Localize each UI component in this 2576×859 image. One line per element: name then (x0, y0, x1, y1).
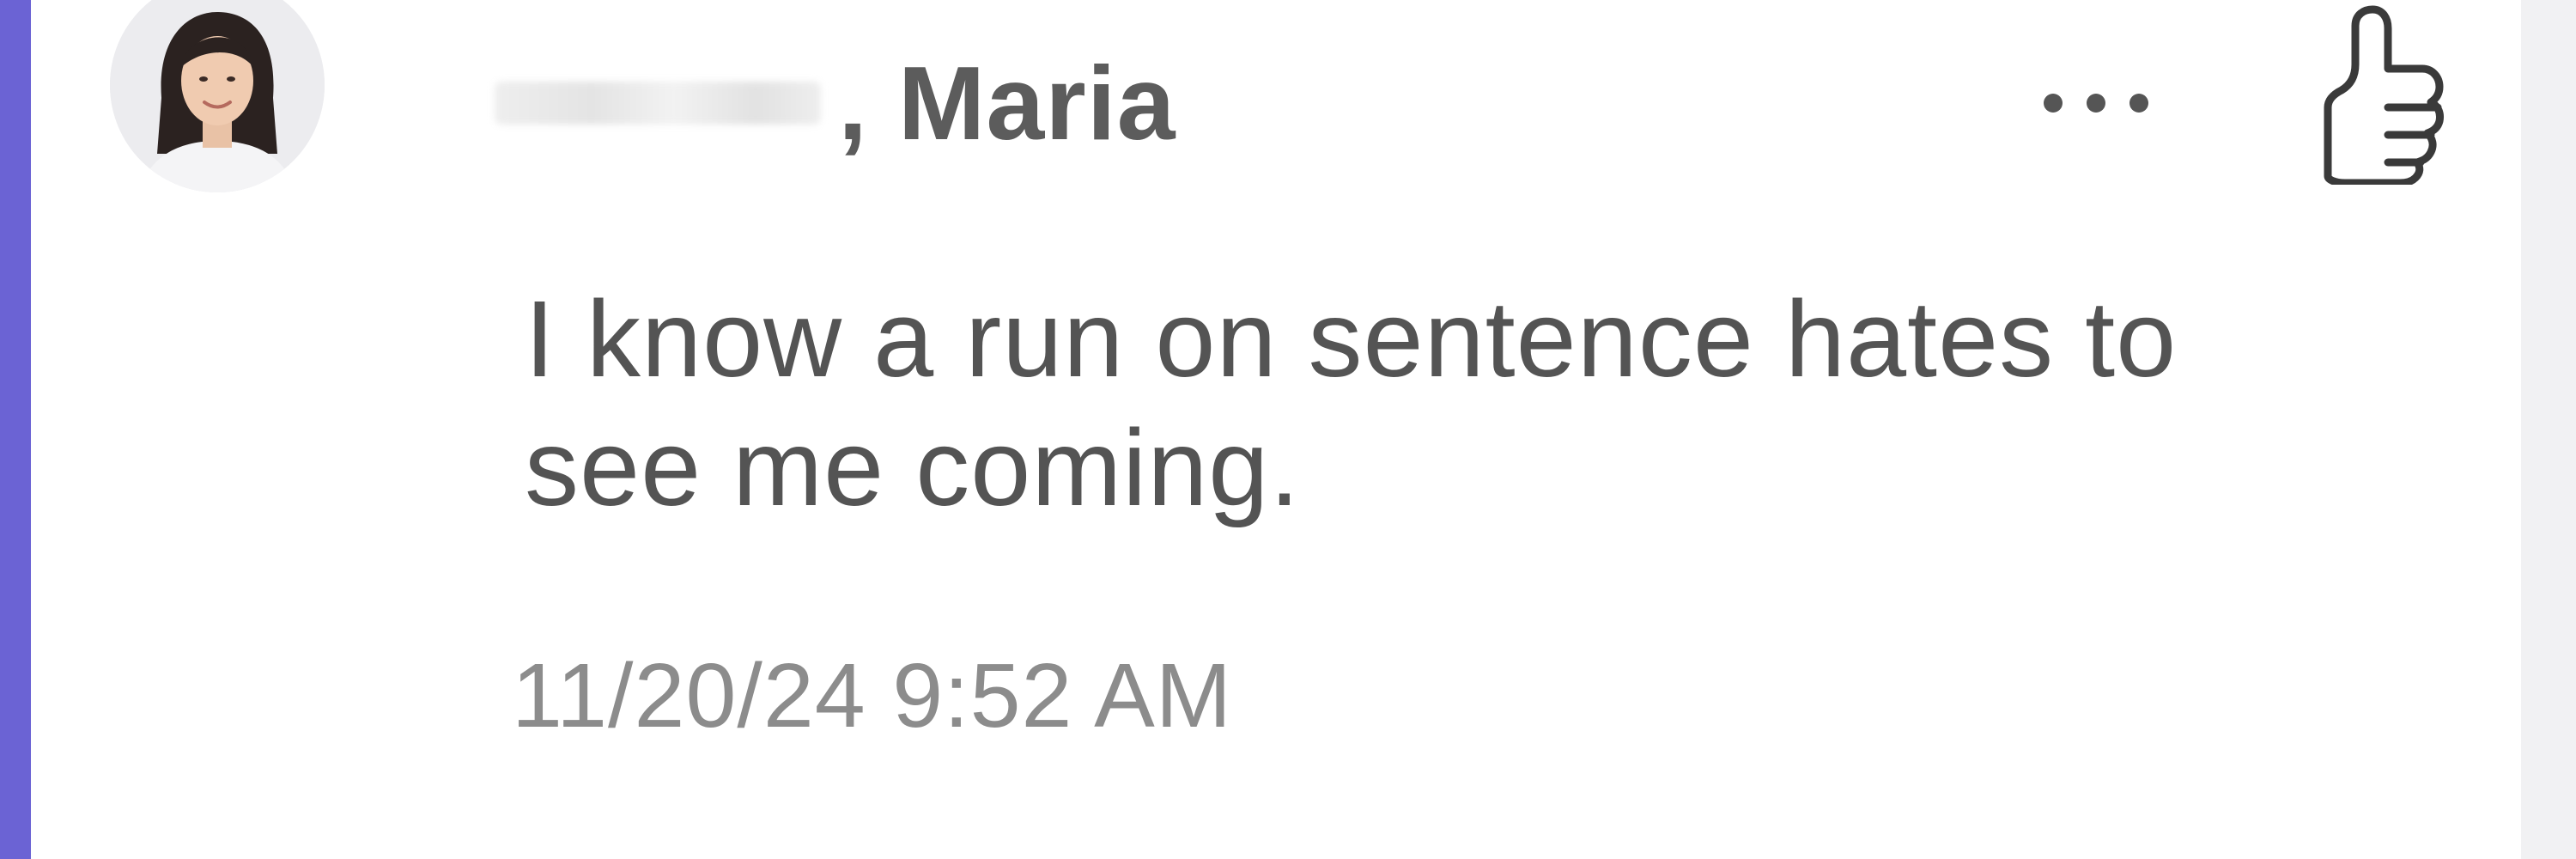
message-body: I know a run on sentence hates to see me… (525, 278, 2178, 528)
author-last-name: , Maria (838, 45, 1176, 161)
more-options-button[interactable] (2014, 64, 2178, 142)
author-first-name-redacted (495, 82, 821, 125)
author-name[interactable]: , Maria (495, 39, 1176, 168)
avatar-icon (110, 0, 325, 192)
message-card[interactable]: , Maria I know a run on sentence hates t… (31, 0, 2521, 859)
more-options-icon (2044, 94, 2148, 113)
message-timestamp: 11/20/24 9:52 AM (512, 645, 1233, 746)
thumbs-up-icon (2324, 5, 2444, 185)
like-button[interactable] (2285, 0, 2457, 189)
message-frame: , Maria I know a run on sentence hates t… (0, 0, 2576, 859)
unread-accent-bar (0, 0, 31, 859)
avatar[interactable] (110, 0, 325, 192)
